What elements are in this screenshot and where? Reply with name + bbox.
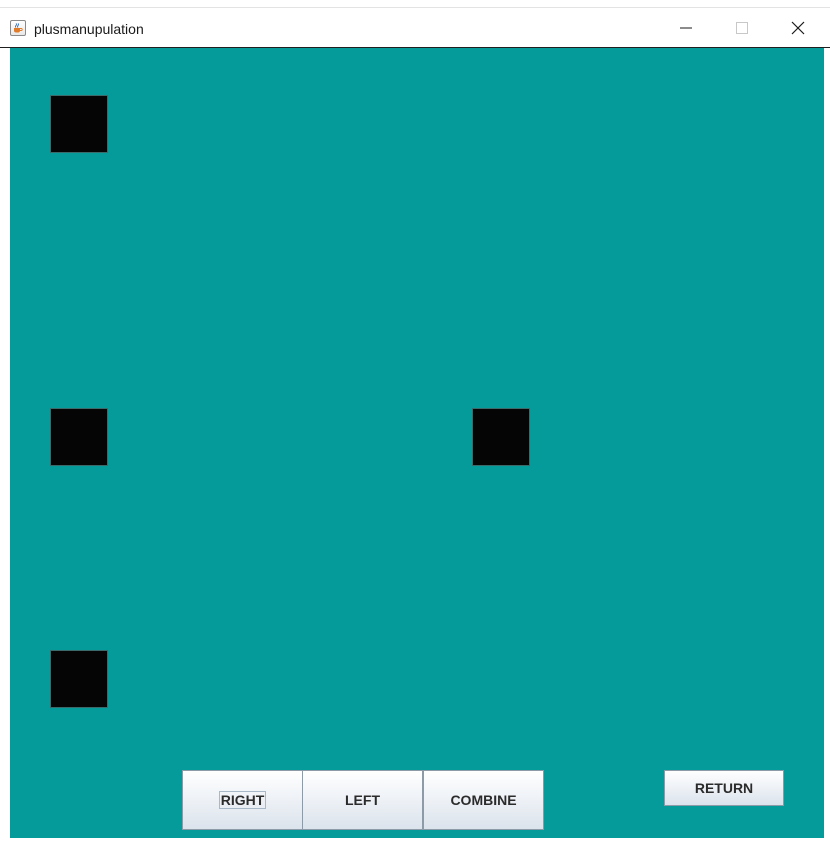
combine-button[interactable]: COMBINE: [423, 770, 544, 830]
close-icon: [791, 21, 805, 35]
right-button[interactable]: RIGHT: [182, 770, 303, 830]
game-canvas[interactable]: RIGHT LEFT COMBINE RETURN: [10, 48, 824, 838]
black-tile-bottom-left[interactable]: [50, 650, 108, 708]
minimize-button[interactable]: [671, 12, 701, 44]
title-bar[interactable]: plusmanupulation: [0, 8, 830, 48]
left-button-label: LEFT: [345, 792, 380, 808]
return-button-label: RETURN: [694, 780, 754, 796]
close-button[interactable]: [783, 12, 813, 44]
window-title: plusmanupulation: [34, 21, 144, 37]
app-window: plusmanupulation RIGHT LEFT COMBINE RETU…: [0, 0, 830, 846]
black-tile-top-left[interactable]: [50, 95, 108, 153]
minimize-icon: [680, 27, 692, 29]
maximize-icon: [736, 22, 748, 34]
java-coffee-cup-icon: [10, 20, 26, 36]
combine-button-label: COMBINE: [450, 792, 517, 808]
maximize-button[interactable]: [727, 12, 757, 44]
black-tile-middle-left[interactable]: [50, 408, 108, 466]
right-button-label: RIGHT: [218, 791, 267, 809]
black-tile-middle-center[interactable]: [472, 408, 530, 466]
return-button[interactable]: RETURN: [664, 770, 784, 806]
left-button[interactable]: LEFT: [302, 770, 423, 830]
